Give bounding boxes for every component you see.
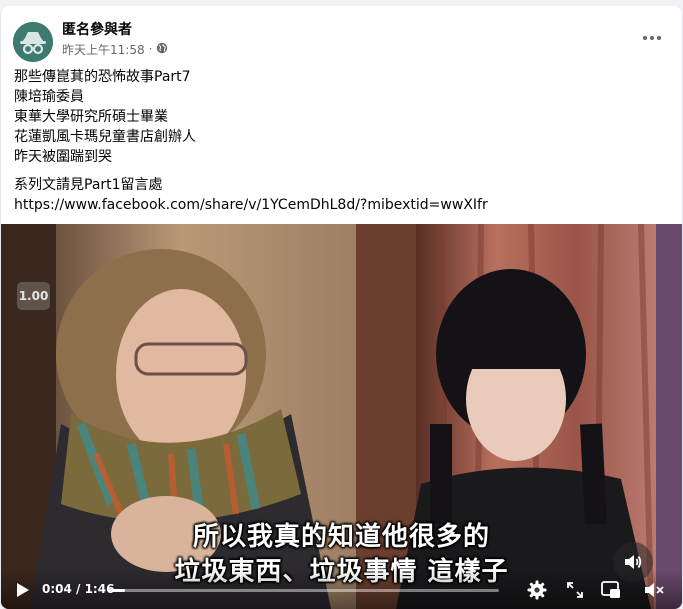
settings-button[interactable] [526, 579, 548, 601]
play-icon [17, 583, 29, 597]
post-meta: 昨天上午11:58 · [62, 41, 168, 57]
post-footer-line: 系列文請見Part1留言處 [14, 177, 163, 193]
post-line: 陳培瑜委員 [14, 89, 84, 105]
post-line: 花蓮凱風卡瑪兒童書店創辦人 [14, 129, 196, 145]
subtitle-line-1: 所以我真的知道他很多的 [192, 522, 490, 552]
globe-icon [156, 42, 168, 57]
fullscreen-button[interactable] [564, 579, 586, 601]
picture-in-picture-icon [601, 581, 620, 598]
post-line: 昨天被圍踹到哭 [14, 149, 112, 165]
post-body: 那些傳崑萁的恐怖故事Part7 陳培瑜委員 東華大學研究所碩士畢業 花蓮凱風卡瑪… [14, 67, 674, 215]
time-display: 0:04 / 1:46 [42, 582, 115, 596]
post-link[interactable]: https://www.facebook.com/share/v/1YCemDh… [14, 195, 674, 215]
meta-separator: · [148, 42, 153, 56]
mute-button[interactable] [644, 579, 666, 601]
more-dots-icon [643, 36, 661, 40]
post-line: 東華大學研究所碩士畢業 [14, 109, 168, 125]
video-controls-bar: 0:04 / 1:46 [1, 569, 682, 609]
gear-icon [527, 580, 547, 600]
mute-icon [645, 583, 664, 597]
picture-in-picture-button[interactable] [600, 579, 622, 601]
playback-speed-badge[interactable]: 1.00 [17, 282, 50, 310]
progress-fill [109, 589, 125, 592]
more-options-button[interactable] [637, 23, 667, 53]
video-player[interactable]: 1.00 所以我真的知道他很多的 垃圾東西、垃圾事情 這樣子 0:04 / 1:… [1, 224, 682, 609]
author-name[interactable]: 匿名參與者 [62, 19, 132, 39]
post-card: 匿名參與者 昨天上午11:58 · 那些傳崑萁的恐怖故事Part7 陳培瑜委員 … [1, 6, 682, 609]
progress-bar[interactable] [109, 589, 499, 592]
post-timestamp[interactable]: 昨天上午11:58 [62, 41, 145, 58]
post-line: 那些傳崑萁的恐怖故事Part7 [14, 69, 191, 85]
fullscreen-icon [567, 582, 583, 598]
avatar-anonymous-icon[interactable] [13, 22, 53, 62]
play-button[interactable] [12, 579, 34, 601]
